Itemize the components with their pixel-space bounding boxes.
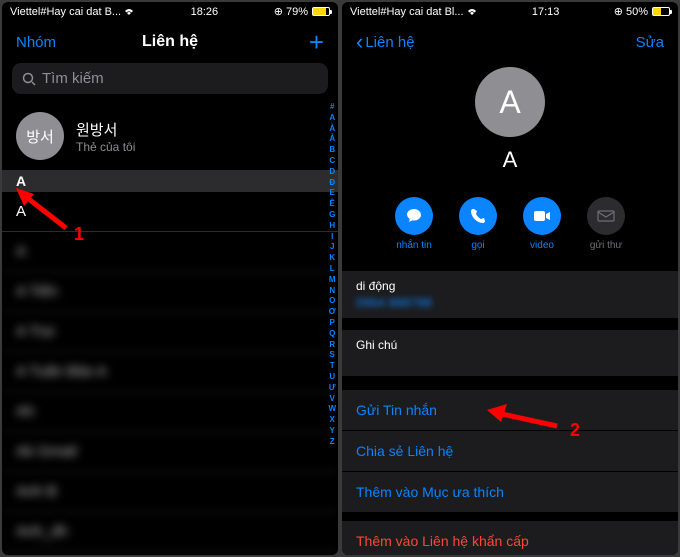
my-card-name: 원방서 xyxy=(76,119,135,140)
contact-row[interactable]: Anh Phương xyxy=(2,552,338,555)
avatar: 방서 xyxy=(16,112,64,160)
page-title: Liên hệ xyxy=(142,33,198,51)
message-icon xyxy=(405,207,423,225)
phone-icon xyxy=(470,208,486,224)
contact-row[interactable]: Anh B xyxy=(2,472,338,512)
status-bar: Viettel#Hay cai dat B... 18:26 ⊕ 79% xyxy=(2,2,338,21)
alpha-index[interactable]: #AÀẢBCDĐEÊGHIJKLMNOƠPQRSTUƯVWXYZ xyxy=(328,102,336,448)
search-input[interactable]: Tìm kiếm xyxy=(12,63,328,94)
contacts-list-screen: Viettel#Hay cai dat B... 18:26 ⊕ 79% Nhó… xyxy=(2,2,338,555)
carrier-text: Viettel#Hay cai dat Bl... xyxy=(350,6,464,18)
my-card-sub: Thẻ của tôi xyxy=(76,140,135,154)
message-button[interactable]: nhắn tin xyxy=(395,197,433,251)
contact-header: A A xyxy=(342,63,678,183)
share-contact-link[interactable]: Chia sẻ Liên hệ xyxy=(342,431,678,472)
send-message-link[interactable]: Gửi Tin nhắn xyxy=(342,390,678,431)
contact-row[interactable]: Anh_dh xyxy=(2,512,338,552)
chevron-left-icon: ‹ xyxy=(356,29,363,55)
wifi-icon xyxy=(123,7,135,16)
battery-text: ⊕ 50% xyxy=(614,5,648,18)
battery-text: ⊕ 79% xyxy=(274,5,308,18)
contact-detail-screen: Viettel#Hay cai dat Bl... 17:13 ⊕ 50% ‹L… xyxy=(342,2,678,555)
video-icon xyxy=(533,210,551,222)
add-emergency-link[interactable]: Thêm vào Liên hệ khẩn cấp xyxy=(342,521,678,555)
battery-icon xyxy=(312,7,330,16)
contact-row[interactable]: A xyxy=(2,232,338,272)
battery-icon xyxy=(652,7,670,16)
contact-row[interactable]: A Tiến xyxy=(2,272,338,312)
status-bar: Viettel#Hay cai dat Bl... 17:13 ⊕ 50% xyxy=(342,2,678,21)
contact-row[interactable]: A Tuấn Bảo A xyxy=(2,352,338,392)
search-icon xyxy=(22,72,36,86)
wifi-icon xyxy=(466,7,478,16)
contact-row[interactable]: A Trọi xyxy=(2,312,338,352)
add-contact-button[interactable]: + xyxy=(309,29,324,55)
add-favorite-link[interactable]: Thêm vào Mục ưa thích xyxy=(342,472,678,513)
search-placeholder: Tìm kiếm xyxy=(42,70,104,87)
video-button[interactable]: video xyxy=(523,197,561,251)
groups-button[interactable]: Nhóm xyxy=(16,34,56,51)
back-button[interactable]: ‹Liên hệ xyxy=(356,29,415,55)
nav-bar: ‹Liên hệ Sửa xyxy=(342,21,678,63)
note-label: Ghi chú xyxy=(356,338,664,352)
mail-icon xyxy=(597,210,615,222)
avatar: A xyxy=(475,67,545,137)
carrier-text: Viettel#Hay cai dat B... xyxy=(10,6,121,18)
mobile-label: di động xyxy=(356,279,664,293)
section-header: A xyxy=(2,170,338,192)
mail-button: gửi thư xyxy=(587,197,625,251)
nav-bar: Nhóm Liên hệ + xyxy=(2,21,338,63)
mobile-value[interactable]: 0964 888788 xyxy=(356,295,664,310)
my-card[interactable]: 방서 원방서 Thẻ của tôi xyxy=(2,102,338,170)
contact-row[interactable]: Ak Gmail xyxy=(2,432,338,472)
contact-name: A xyxy=(503,147,518,173)
contact-list[interactable]: A A A Tiến A Trọi A Tuấn Bảo A Ah Ak Gma… xyxy=(2,192,338,555)
actions-bar: nhắn tin gọi video gửi thư xyxy=(342,183,678,265)
call-button[interactable]: gọi xyxy=(459,197,497,251)
time-text: 17:13 xyxy=(532,6,560,18)
notes-section[interactable]: Ghi chú xyxy=(342,330,678,376)
contact-row[interactable]: Ah xyxy=(2,392,338,432)
time-text: 18:26 xyxy=(191,6,219,18)
edit-button[interactable]: Sửa xyxy=(636,34,664,51)
phone-section[interactable]: di động 0964 888788 xyxy=(342,271,678,318)
contact-row[interactable]: A xyxy=(2,192,338,232)
